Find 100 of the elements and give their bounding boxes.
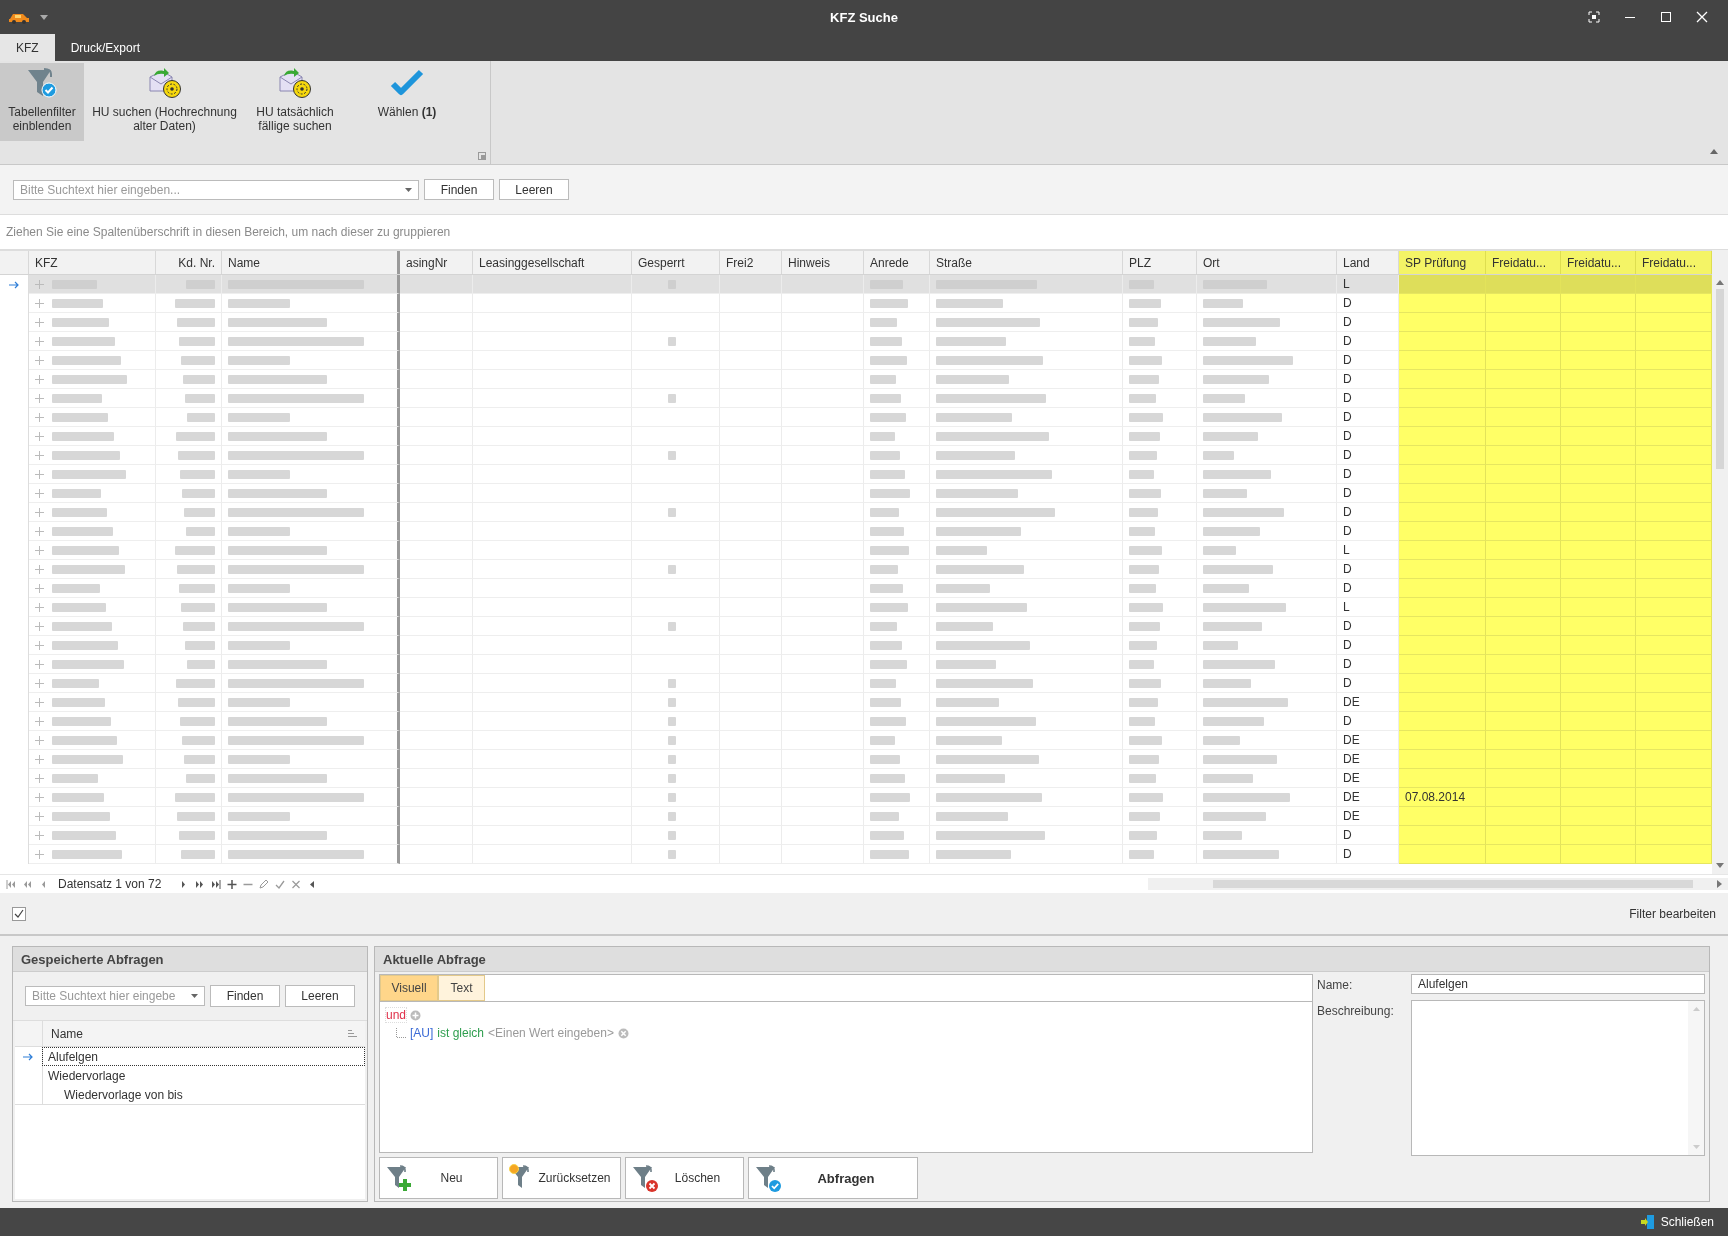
close-button[interactable]: Schließen [1636,1215,1718,1230]
expand-icon[interactable] [35,754,44,764]
expand-icon[interactable] [35,507,44,517]
previous-page-icon[interactable] [22,879,32,889]
condition-field[interactable]: [AU] [410,1026,434,1040]
column-header[interactable]: PLZ [1123,251,1197,274]
column-header[interactable]: Hinweis [782,251,864,274]
next-page-icon[interactable] [195,879,206,889]
expand-icon[interactable] [35,545,44,555]
column-header[interactable]: SP Prüfung [1399,251,1486,274]
redacted-text [177,811,215,821]
expand-icon[interactable] [35,374,44,384]
redacted-text [1203,545,1236,555]
last-record-icon[interactable] [211,879,222,889]
dialog-launcher-icon[interactable] [478,152,486,160]
column-header[interactable]: Kd. Nr. [156,251,222,274]
expand-icon[interactable] [35,716,44,726]
column-header[interactable]: Leasinggesellschaft [473,251,632,274]
ribbon-button[interactable]: HU tatsächlich fällige suchen [245,63,345,141]
scroll-down-icon[interactable] [1716,863,1724,868]
collapse-icon[interactable] [1710,149,1718,154]
ribbon-tab[interactable]: Druck/Export [54,34,157,61]
expand-icon[interactable] [35,811,44,821]
expand-icon[interactable] [35,792,44,802]
edit-filter-link[interactable]: Filter bearbeiten [1629,906,1716,921]
search-button[interactable]: Leeren [285,985,355,1007]
caret-icon[interactable] [40,14,48,20]
expand-icon[interactable] [35,412,44,422]
query-item[interactable]: Alufelgen [42,1047,365,1066]
cancel-icon[interactable] [291,879,302,889]
expand-icon[interactable] [35,678,44,688]
redacted-text [175,298,215,308]
ribbon-button[interactable]: HU suchen (Hochrechnung alter Daten) [86,63,243,141]
query-item[interactable]: Wiedervorlage [42,1066,365,1085]
expand-icon[interactable] [35,298,44,308]
expand-icon[interactable] [35,773,44,783]
scroll-up-icon[interactable] [1716,280,1724,285]
expand-icon[interactable] [35,849,44,859]
expand-icon[interactable] [35,279,44,289]
column-header[interactable]: Frei2 [720,251,782,274]
scroll-right-icon[interactable] [1717,880,1722,888]
column-header[interactable]: Ort [1197,251,1337,274]
expand-icon[interactable] [35,564,44,574]
expand-icon[interactable] [35,469,44,479]
expand-icon[interactable] [35,355,44,365]
expand-icon[interactable] [35,830,44,840]
column-header[interactable]: Freidatu... [1486,251,1561,274]
name-field[interactable]: Alufelgen [1411,974,1705,994]
column-header[interactable]: KFZ [29,251,156,274]
expand-icon[interactable] [35,735,44,745]
expand-icon[interactable] [35,317,44,327]
filter-checkbox[interactable] [12,906,26,921]
expand-icon[interactable] [35,621,44,631]
expand-icon[interactable] [35,450,44,460]
query-item[interactable]: Wiedervorlage von bis [42,1085,365,1104]
expand-icon[interactable] [35,526,44,536]
search-button[interactable]: Leeren [499,179,569,200]
expand-icon[interactable] [35,336,44,346]
search-button[interactable]: Finden [424,179,494,200]
ribbon-tab[interactable]: KFZ [0,34,55,61]
description-field[interactable] [1411,1000,1705,1156]
redacted-text [870,317,897,327]
expand-icon[interactable] [35,697,44,707]
add-icon[interactable] [227,879,238,889]
ribbon-button[interactable]: Tabellenfilter einblenden [0,63,84,141]
close-icon[interactable] [1696,11,1708,23]
query-button[interactable]: Löschen [625,1157,744,1200]
add-condition-icon[interactable] [410,1009,422,1021]
scrollbar-thumb[interactable] [1716,289,1724,469]
sort-icon[interactable] [348,1030,357,1037]
column-header[interactable]: Straße [930,251,1123,274]
condition-operator[interactable]: ist gleich [437,1026,485,1040]
expand-icon[interactable] [35,488,44,498]
expand-icon[interactable] [35,659,44,669]
maximize-icon[interactable] [1660,11,1672,23]
query-button[interactable]: Neu [379,1157,498,1200]
column-header[interactable]: asingNr [400,251,473,274]
query-button[interactable]: Zurücksetzen [502,1157,621,1200]
column-header[interactable]: Anrede [864,251,930,274]
group-operator[interactable]: und [386,1008,407,1022]
column-header[interactable]: Freidatu... [1561,251,1636,274]
remove-condition-icon[interactable] [617,1027,629,1039]
screenshot-icon[interactable] [1588,11,1600,23]
check-icon[interactable] [275,879,286,889]
edit-icon[interactable] [259,879,270,889]
ribbon-button[interactable]: Wählen (1) [347,63,467,141]
expand-icon[interactable] [35,431,44,441]
editor-tab[interactable]: Visuell [380,975,438,1001]
first-record-icon[interactable] [6,879,16,889]
search-button[interactable]: Finden [210,985,280,1007]
scrollbar-thumb[interactable] [1213,880,1693,888]
expand-icon[interactable] [35,640,44,650]
editor-tab[interactable]: Text [438,975,485,1001]
redacted-text [52,507,107,517]
expand-icon[interactable] [35,583,44,593]
query-button[interactable]: Abfragen [748,1157,918,1200]
column-header[interactable]: Freidatu... [1636,251,1712,274]
column-header[interactable]: Gesperrt [632,251,720,274]
expand-icon[interactable] [35,393,44,403]
expand-icon[interactable] [35,602,44,612]
